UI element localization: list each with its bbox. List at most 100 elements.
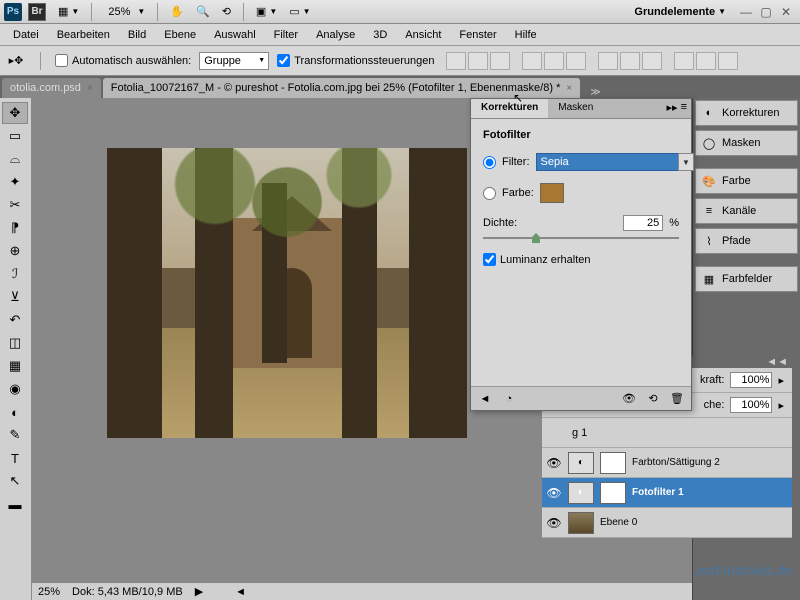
dichte-input[interactable] — [623, 215, 663, 231]
panel-button-masken[interactable]: ◯Masken — [695, 130, 798, 156]
zoom-tool-icon[interactable]: 🔍 — [190, 3, 216, 20]
distribute-btn[interactable] — [674, 52, 694, 70]
minimize-icon[interactable]: — — [738, 4, 754, 20]
luminanz-checkbox[interactable]: Luminanz erhalten — [483, 253, 679, 266]
adjust-icon[interactable]: ◔ — [501, 391, 517, 407]
screen-mode-dropdown[interactable]: ▭▼ — [283, 3, 316, 20]
document-tab[interactable]: Fotolia_10072167_M - © pureshot - Fotoli… — [103, 78, 580, 98]
visibility-icon[interactable]: 👁 — [546, 456, 562, 470]
align-btn[interactable] — [566, 52, 586, 70]
panel-button-pfade[interactable]: ⌇Pfade — [695, 228, 798, 254]
panel-button-farbe[interactable]: 🎨Farbe — [695, 168, 798, 194]
layer-thumb[interactable]: ◐ — [568, 482, 594, 504]
menu-bild[interactable]: Bild — [119, 26, 155, 44]
farbe-swatch[interactable] — [540, 183, 564, 203]
filter-dropdown[interactable]: Sepia — [536, 153, 680, 171]
menu-datei[interactable]: Datei — [4, 26, 48, 44]
delete-icon[interactable]: 🗑 — [669, 391, 685, 407]
layer-thumb[interactable] — [568, 512, 594, 534]
layer-name[interactable]: Ebene 0 — [600, 517, 637, 528]
layer-mask-thumb[interactable] — [600, 452, 626, 474]
dichte-slider[interactable] — [483, 237, 679, 239]
move-tool[interactable]: ✥ — [2, 102, 28, 124]
layer-row[interactable]: g 1 — [542, 418, 792, 448]
align-btn[interactable] — [522, 52, 542, 70]
tabs-overflow-icon[interactable]: ≫ — [582, 87, 608, 98]
panel-button-farbfelder[interactable]: ▦Farbfelder — [695, 266, 798, 292]
wand-tool[interactable]: ✦ — [2, 171, 28, 193]
eye-icon[interactable]: 👁 — [621, 391, 637, 407]
panel-collapse-icon[interactable]: ▸▸ — [667, 101, 678, 116]
align-btn[interactable] — [490, 52, 510, 70]
photoshop-icon[interactable]: Ps — [4, 3, 22, 21]
opacity-input[interactable] — [730, 372, 772, 388]
workspace-dropdown[interactable]: Grundelemente ▼ — [624, 4, 736, 20]
path-tool[interactable]: ↖ — [2, 470, 28, 492]
menu-fenster[interactable]: Fenster — [450, 26, 505, 44]
layer-name[interactable]: Fotofilter 1 — [632, 487, 684, 498]
layer-mask-thumb[interactable] — [600, 482, 626, 504]
align-btn[interactable] — [544, 52, 564, 70]
filter-radio[interactable] — [483, 156, 496, 169]
close-tab-icon[interactable]: × — [566, 83, 572, 94]
distribute-btn[interactable] — [696, 52, 716, 70]
rotate-view-icon[interactable]: ⟲ — [216, 3, 237, 20]
auto-select-checkbox[interactable]: Automatisch auswählen: — [55, 54, 191, 67]
distribute-btn[interactable] — [718, 52, 738, 70]
menu-3d[interactable]: 3D — [364, 26, 396, 44]
status-arrow-icon[interactable]: ▶ — [195, 585, 203, 598]
blur-tool[interactable]: ◉ — [2, 378, 28, 400]
panel-tab-korrekturen[interactable]: Korrekturen — [471, 99, 548, 118]
menu-ansicht[interactable]: Ansicht — [396, 26, 450, 44]
panel-button-korrekturen[interactable]: ◐Korrekturen — [695, 100, 798, 126]
auto-select-type-dropdown[interactable]: Gruppe — [199, 52, 269, 70]
stamp-tool[interactable]: ⊻ — [2, 286, 28, 308]
shape-tool[interactable]: ▬ — [2, 493, 28, 515]
dodge-tool[interactable]: ◐ — [2, 401, 28, 423]
distribute-btn[interactable] — [598, 52, 618, 70]
reset-icon[interactable]: ⟲ — [645, 391, 661, 407]
layer-row[interactable]: 👁 Ebene 0 — [542, 508, 792, 538]
marquee-tool[interactable]: ▭ — [2, 125, 28, 147]
gradient-tool[interactable]: ▦ — [2, 355, 28, 377]
menu-analyse[interactable]: Analyse — [307, 26, 364, 44]
hand-tool-icon[interactable]: ✋ — [164, 3, 190, 20]
crop-tool[interactable]: ✂ — [2, 194, 28, 216]
distribute-btn[interactable] — [620, 52, 640, 70]
align-btn[interactable] — [468, 52, 488, 70]
menu-filter[interactable]: Filter — [265, 26, 307, 44]
align-btn[interactable] — [446, 52, 466, 70]
status-doc-size[interactable]: Dok: 5,43 MB/10,9 MB — [72, 586, 183, 598]
layer-name[interactable]: Farbton/Sättigung 2 — [632, 457, 720, 468]
history-brush-tool[interactable]: ↶ — [2, 309, 28, 331]
panel-collapse-icon[interactable]: ◄◄ — [766, 356, 788, 368]
type-tool[interactable]: T — [2, 447, 28, 469]
menu-bearbeiten[interactable]: Bearbeiten — [48, 26, 119, 44]
farbe-radio[interactable] — [483, 187, 496, 200]
lasso-tool[interactable]: ⌓ — [2, 148, 28, 170]
close-icon[interactable]: ✕ — [778, 4, 794, 20]
layer-row[interactable]: 👁 ◐ Fotofilter 1 — [542, 478, 792, 508]
back-icon[interactable]: ◄ — [477, 391, 493, 407]
eyedropper-tool[interactable]: ⁋ — [2, 217, 28, 239]
transform-controls-checkbox[interactable]: Transformationssteuerungen — [277, 54, 434, 67]
menu-hilfe[interactable]: Hilfe — [506, 26, 546, 44]
panel-menu-icon[interactable]: ≡ — [681, 101, 687, 116]
eraser-tool[interactable]: ◫ — [2, 332, 28, 354]
panel-tab-masken[interactable]: Masken — [548, 99, 603, 118]
layer-row[interactable]: 👁 ◐ Farbton/Sättigung 2 — [542, 448, 792, 478]
fill-input[interactable] — [730, 397, 772, 413]
menu-ebene[interactable]: Ebene — [155, 26, 205, 44]
visibility-icon[interactable]: 👁 — [546, 516, 562, 530]
arrange-dropdown[interactable]: ▣▼ — [250, 3, 283, 20]
layer-thumb[interactable]: ◐ — [568, 452, 594, 474]
maximize-icon[interactable]: ▢ — [758, 4, 774, 20]
close-tab-icon[interactable]: × — [87, 83, 93, 94]
status-zoom[interactable]: 25% — [38, 586, 60, 598]
layout-dropdown[interactable]: ▦▼ — [52, 3, 85, 20]
bridge-icon[interactable]: Br — [28, 3, 46, 21]
brush-tool[interactable]: ℐ — [2, 263, 28, 285]
visibility-icon[interactable]: 👁 — [546, 486, 562, 500]
panel-button-kanäle[interactable]: ≡Kanäle — [695, 198, 798, 224]
distribute-btn[interactable] — [642, 52, 662, 70]
